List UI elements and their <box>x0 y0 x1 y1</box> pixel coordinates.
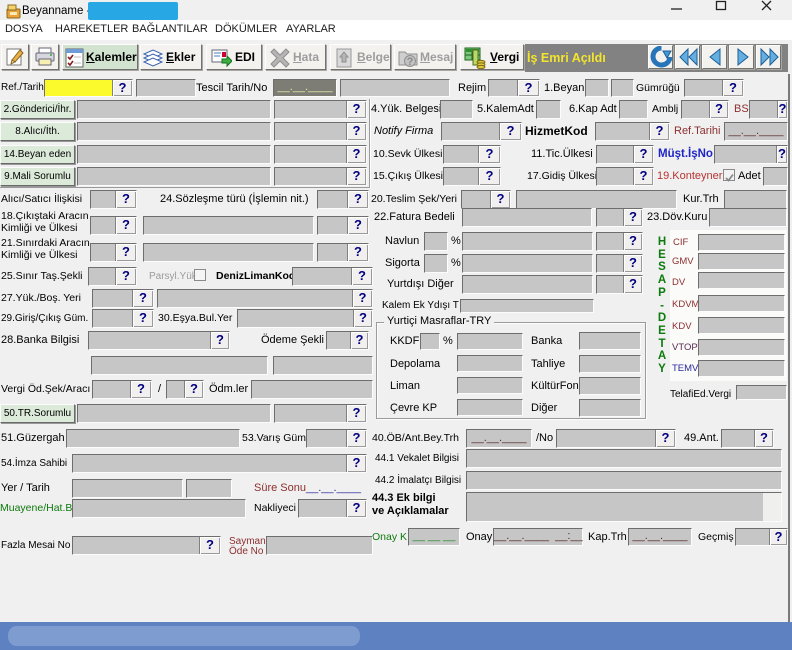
svg-text:?: ? <box>407 56 414 68</box>
